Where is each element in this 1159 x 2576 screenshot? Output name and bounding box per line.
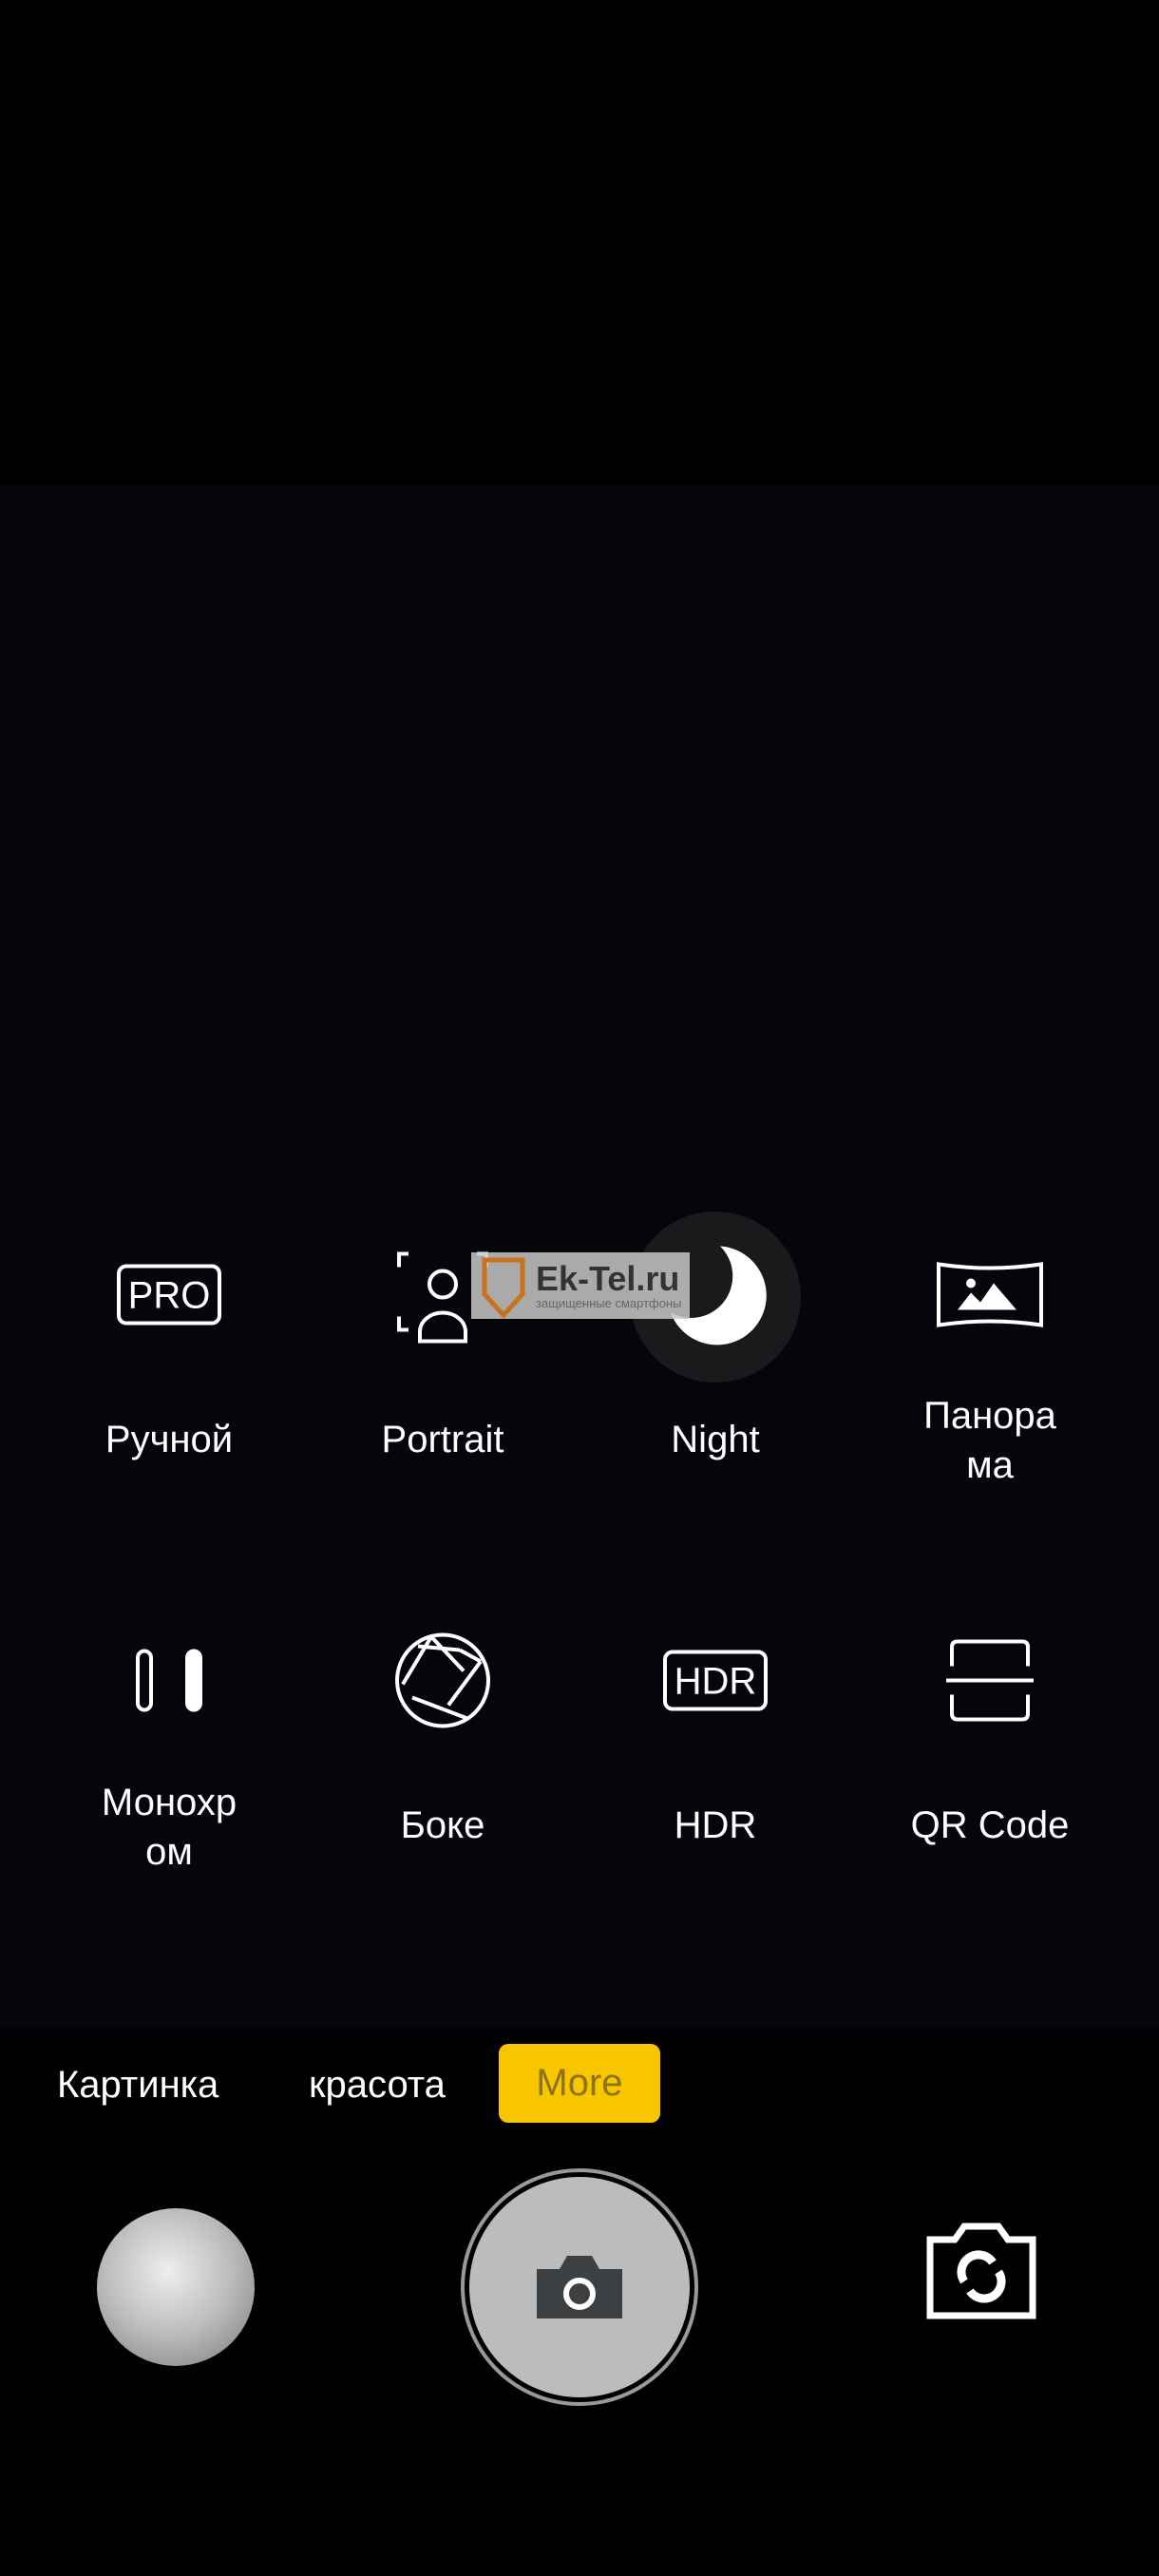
hdr-icon: HDR bbox=[662, 1650, 769, 1717]
mode-label: Ручной bbox=[104, 1419, 234, 1460]
watermark-title: Ek-Tel.ru bbox=[536, 1258, 680, 1298]
watermark-logo: Ek-Tel.ru защищенные смартфоны bbox=[471, 1252, 690, 1319]
mode-hdr[interactable]: HDR HDR bbox=[592, 1612, 839, 1859]
mode-label: Панора ма bbox=[923, 1395, 1056, 1486]
mode-monochrome[interactable]: Монохр ом bbox=[46, 1612, 293, 1873]
switch-camera-icon bbox=[926, 2223, 1036, 2319]
mode-tab-picture[interactable]: Картинка bbox=[57, 2060, 218, 2109]
svg-text:HDR: HDR bbox=[674, 1661, 757, 1703]
mode-qr-code[interactable]: QR Code bbox=[866, 1612, 1113, 1859]
mode-label: Portrait bbox=[381, 1419, 504, 1460]
qr-scan-icon bbox=[944, 1638, 1036, 1728]
mode-manual[interactable]: PRO Ручной bbox=[46, 1226, 293, 1473]
mode-label: HDR bbox=[674, 1804, 757, 1846]
aperture-icon bbox=[393, 1631, 492, 1735]
mode-panorama[interactable]: Панора ма bbox=[866, 1226, 1113, 1486]
switch-camera-button[interactable] bbox=[924, 2219, 1038, 2328]
svg-text:PRO: PRO bbox=[128, 1275, 211, 1317]
shutter-button[interactable] bbox=[461, 2168, 698, 2406]
mode-tab-beauty[interactable]: красота bbox=[309, 2060, 446, 2109]
monochrome-icon bbox=[134, 1649, 204, 1718]
panorama-icon bbox=[935, 1261, 1045, 1334]
mode-label: QR Code bbox=[910, 1804, 1070, 1846]
mode-label: Night bbox=[671, 1419, 760, 1460]
camera-icon bbox=[537, 2256, 622, 2318]
watermark-subtitle: защищенные смартфоны bbox=[536, 1295, 682, 1310]
pro-icon: PRO bbox=[116, 1264, 222, 1331]
mode-label: Боке bbox=[400, 1804, 485, 1846]
mode-bokeh[interactable]: Боке bbox=[319, 1612, 566, 1859]
gallery-thumbnail[interactable] bbox=[97, 2208, 255, 2366]
mode-tab-more[interactable]: More bbox=[499, 2044, 660, 2123]
mode-label: Монохр ом bbox=[101, 1782, 238, 1873]
